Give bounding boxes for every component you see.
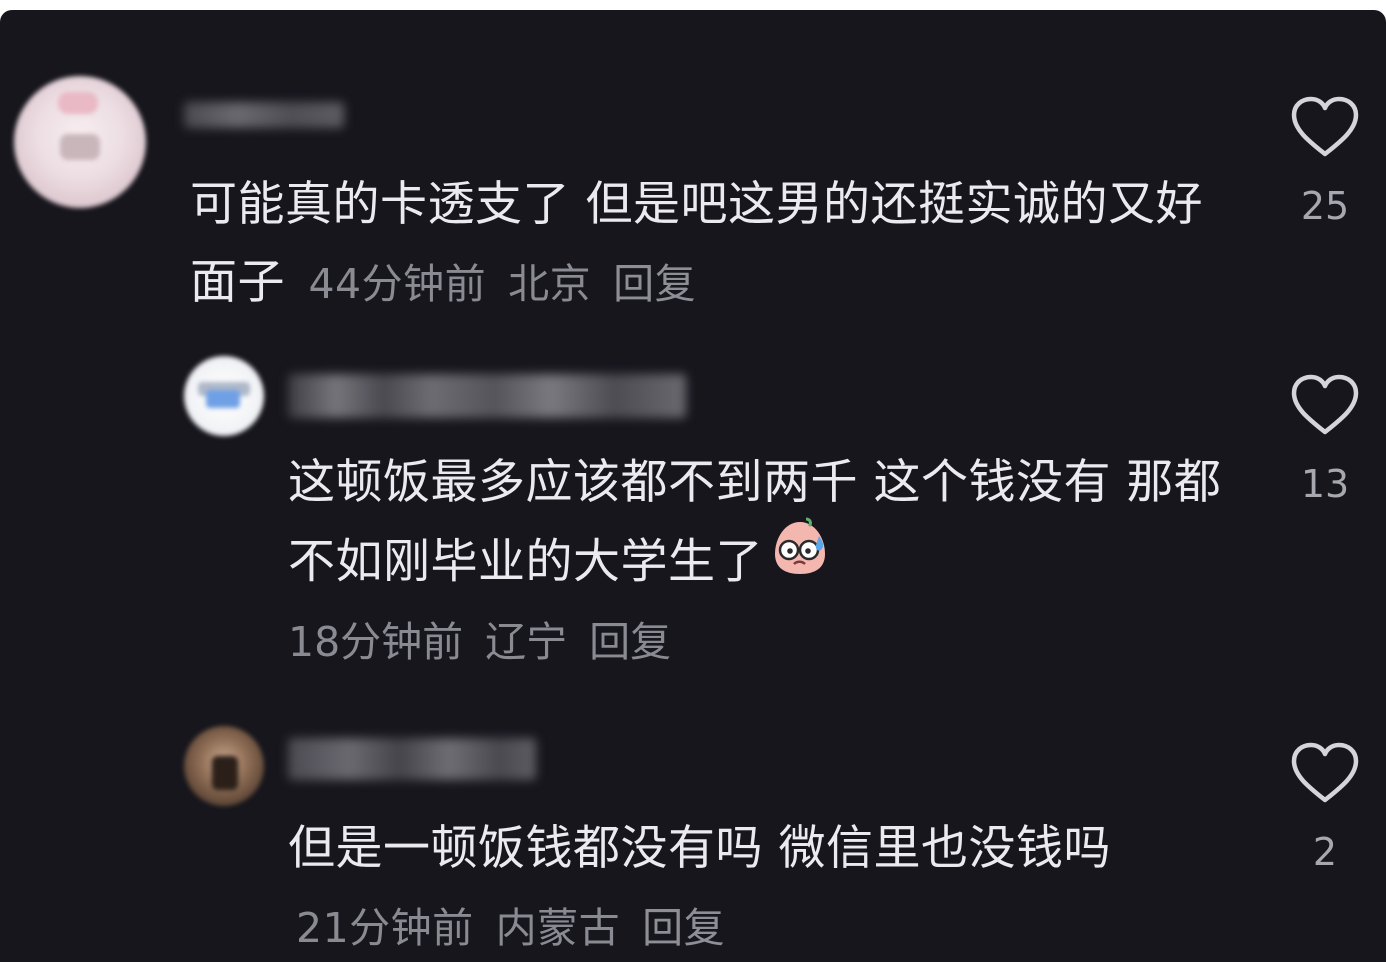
- reply-item: 这顿饭最多应该都不到两千 这个钱没有 那都不如刚毕业的大学生了 18分钟前 辽宁回…: [0, 340, 1386, 700]
- username-redacted[interactable]: [288, 374, 686, 418]
- avatar[interactable]: [184, 726, 264, 806]
- username-redacted[interactable]: [184, 102, 344, 128]
- comment-body: 但是一顿饭钱都没有吗 微信里也没钱吗: [288, 821, 1111, 876]
- reply-button[interactable]: 回复: [642, 904, 725, 952]
- comment-body: 这顿饭最多应该都不到两千 这个钱没有 那都不如刚毕业的大学生了: [288, 455, 1222, 590]
- heart-outline-icon: [1291, 374, 1359, 435]
- comment-panel: 可能真的卡透支了 但是吧这男的还挺实诚的又好面子 44分钟前 北京 回复 25 这顿…: [0, 10, 1386, 962]
- reply-item: 但是一顿饭钱都没有吗 微信里也没钱吗 21分钟前 内蒙古 回复 2: [0, 710, 1386, 962]
- comment-meta: 21分钟前 内蒙古 回复: [296, 904, 725, 952]
- comment-meta: 18分钟前 辽宁 回复: [288, 612, 671, 672]
- reply-button[interactable]: 回复: [613, 260, 696, 308]
- avatar[interactable]: [14, 76, 146, 208]
- username-redacted[interactable]: [288, 738, 536, 780]
- like-button[interactable]: 2: [1282, 742, 1368, 874]
- comment-location: 北京: [508, 260, 592, 308]
- heart-outline-icon: [1291, 742, 1359, 803]
- comment-text: 可能真的卡透支了 但是吧这男的还挺实诚的又好面子 44分钟前 北京 回复: [190, 166, 1220, 323]
- comment-location: 辽宁: [485, 618, 568, 666]
- like-count: 13: [1300, 462, 1350, 506]
- avatar[interactable]: [184, 356, 264, 436]
- comment-text: 这顿饭最多应该都不到两千 这个钱没有 那都不如刚毕业的大学生了: [288, 444, 1228, 608]
- like-button[interactable]: 13: [1282, 374, 1368, 506]
- like-count: 25: [1300, 184, 1350, 228]
- sweating-face-emoji-icon: [769, 516, 831, 602]
- like-count: 2: [1312, 830, 1338, 874]
- comment-meta: 44分钟前 北京 回复: [308, 260, 696, 308]
- comment-time: 44分钟前: [308, 260, 487, 308]
- comment-text: 但是一顿饭钱都没有吗 微信里也没钱吗 21分钟前 内蒙古 回复: [288, 810, 1218, 962]
- comment-time: 18分钟前: [288, 618, 464, 666]
- like-button[interactable]: 25: [1282, 96, 1368, 228]
- comment-location: 内蒙古: [495, 904, 621, 952]
- reply-button[interactable]: 回复: [589, 618, 671, 666]
- comment-item: 可能真的卡透支了 但是吧这男的还挺实诚的又好面子 44分钟前 北京 回复 25: [0, 10, 1386, 340]
- heart-outline-icon: [1291, 96, 1359, 157]
- comment-time: 21分钟前: [296, 904, 474, 952]
